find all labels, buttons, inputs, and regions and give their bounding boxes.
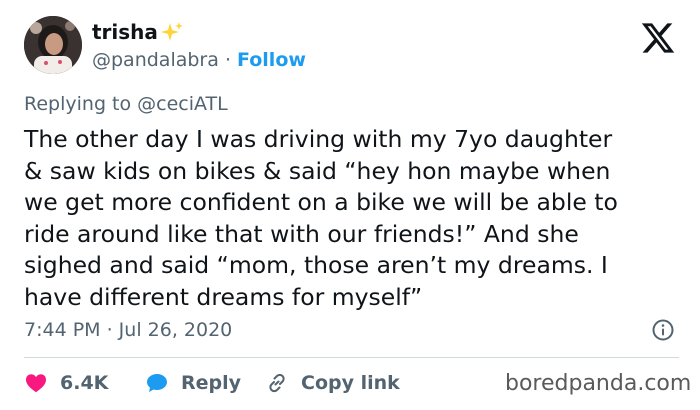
author-handle[interactable]: @pandalabra xyxy=(92,49,219,71)
reply-button[interactable]: Reply xyxy=(145,370,241,396)
avatar[interactable] xyxy=(24,16,82,74)
replying-to-handle[interactable]: @ceciATL xyxy=(137,93,228,115)
author-display-name[interactable]: trisha xyxy=(92,20,158,44)
avatar-image xyxy=(24,16,82,74)
copy-link-button[interactable]: Copy link xyxy=(265,370,400,396)
info-icon[interactable] xyxy=(651,318,675,342)
watermark: boredpanda.com xyxy=(505,371,692,396)
sparkles-icon xyxy=(161,22,183,41)
handle-separator: · xyxy=(224,49,231,71)
tweet-card: trisha @pandalabra · Follow Replying to … xyxy=(0,0,700,410)
tweet-text: The other day I was driving with my 7yo … xyxy=(24,125,618,311)
copy-link-label: Copy link xyxy=(301,372,400,394)
replying-to-line: Replying to @ceciATL xyxy=(24,92,228,116)
speech-bubble-icon xyxy=(147,374,167,392)
like-button[interactable]: 6.4K xyxy=(24,370,108,396)
replying-prefix: Replying to xyxy=(24,93,138,115)
heart-icon xyxy=(26,374,46,393)
tweet-timestamp[interactable]: 7:44 PM · Jul 26, 2020 xyxy=(24,318,232,342)
x-logo-icon[interactable] xyxy=(640,20,676,56)
follow-button[interactable]: Follow xyxy=(237,49,306,71)
divider xyxy=(24,357,679,358)
link-icon xyxy=(269,373,285,393)
like-count: 6.4K xyxy=(60,372,109,394)
author-handle-row: @pandalabra · Follow xyxy=(92,48,306,72)
reply-label: Reply xyxy=(181,372,242,394)
